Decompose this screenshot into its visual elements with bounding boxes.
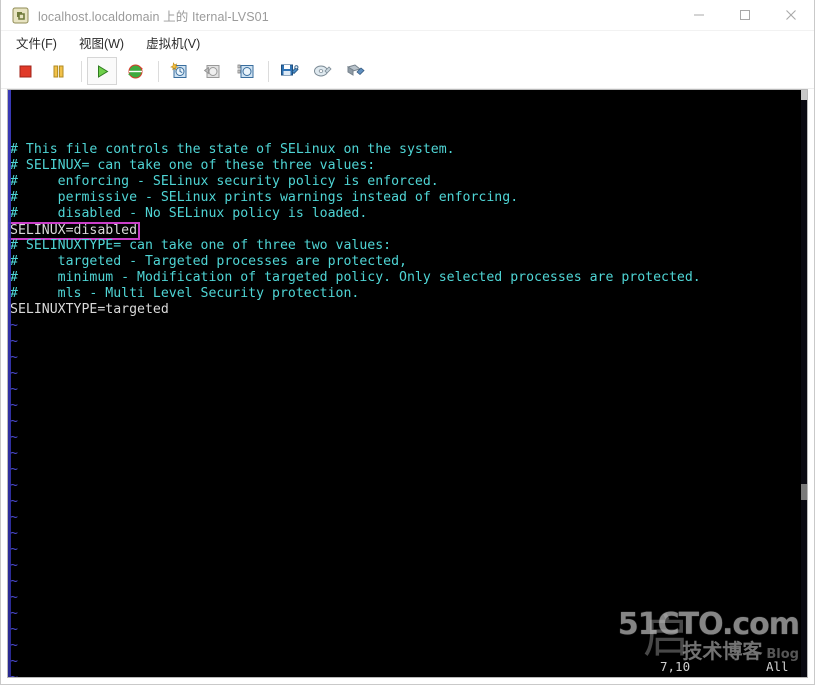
vim-empty-line: ~: [10, 638, 807, 654]
settings-icon[interactable]: [274, 57, 304, 85]
terminal-left-edge: [8, 90, 11, 677]
terminal-line: # enforcing - SELinux security policy is…: [10, 174, 807, 190]
tilde-marker: ~: [10, 318, 18, 333]
snapshot-new-icon[interactable]: [164, 57, 194, 85]
config-comment-line: # disabled - No SELinux policy is loaded…: [10, 206, 368, 221]
vm-console-window: localhost.localdomain 上的 Iternal-LVS01 文…: [0, 0, 815, 685]
tilde-marker: ~: [10, 462, 18, 477]
terminal-line: # targeted - Targeted processes are prot…: [10, 254, 807, 270]
terminal-scrollbar[interactable]: [801, 90, 807, 677]
terminal-line: # minimum - Modification of targeted pol…: [10, 270, 807, 286]
config-comment-line: # targeted - Targeted processes are prot…: [10, 254, 407, 269]
vim-empty-line: ~: [10, 334, 807, 350]
pause-icon[interactable]: [43, 57, 73, 85]
config-comment-line: # mls - Multi Level Security protection.: [10, 286, 360, 301]
vm-console-terminal[interactable]: # This file controls the state of SELinu…: [7, 89, 808, 678]
config-comment-line: # This file controls the state of SELinu…: [10, 142, 455, 157]
reboot-icon[interactable]: [120, 57, 150, 85]
config-comment-line: # enforcing - SELinux security policy is…: [10, 174, 439, 189]
vim-empty-line: ~: [10, 558, 807, 574]
config-comment-line: # SELINUXTYPE= can take one of three two…: [10, 238, 392, 253]
vim-empty-line: ~: [10, 446, 807, 462]
vim-empty-line: ~: [10, 542, 807, 558]
window-title: localhost.localdomain 上的 Iternal-LVS01: [38, 9, 269, 24]
vim-empty-line: ~: [10, 510, 807, 526]
vim-empty-line: ~: [10, 414, 807, 430]
toolbar-separator: [268, 60, 269, 82]
vim-empty-line: ~: [10, 350, 807, 366]
vim-empty-line: ~: [10, 526, 807, 542]
vim-empty-line: ~: [10, 398, 807, 414]
vm-console-icon: [12, 7, 29, 24]
config-comment-line: # minimum - Modification of targeted pol…: [10, 270, 701, 285]
tilde-marker: ~: [10, 414, 18, 429]
terminal-line: # permissive - SELinux prints warnings i…: [10, 190, 807, 206]
vim-empty-line: ~: [10, 462, 807, 478]
tilde-marker: ~: [10, 430, 18, 445]
terminal-text-area[interactable]: # This file controls the state of SELinu…: [8, 90, 807, 677]
tilde-marker: ~: [10, 606, 18, 621]
cursor-position: 7,10: [660, 659, 691, 674]
snapshot-manage-icon[interactable]: [230, 57, 260, 85]
vim-empty-line: ~: [10, 606, 807, 622]
vim-empty-line: ~: [10, 366, 807, 382]
vim-status-line: 7,10 All: [8, 659, 807, 675]
stop-icon[interactable]: [10, 57, 40, 85]
cdrom-icon[interactable]: [307, 57, 337, 85]
config-setting-line: SELINUXTYPE=targeted: [10, 302, 169, 317]
terminal-line: # disabled - No SELinux policy is loaded…: [10, 206, 807, 222]
play-icon[interactable]: [87, 57, 117, 85]
tilde-marker: ~: [10, 478, 18, 493]
toolbar-separator: [81, 60, 82, 82]
menubar: 文件(F) 视图(W) 虚拟机(V): [1, 31, 814, 54]
tilde-marker: ~: [10, 366, 18, 381]
minimize-button[interactable]: [676, 0, 722, 31]
terminal-line: # SELINUX= can take one of these three v…: [10, 158, 807, 174]
vim-empty-line: ~: [10, 382, 807, 398]
tilde-marker: ~: [10, 382, 18, 397]
close-button[interactable]: [768, 0, 814, 31]
vim-empty-line: ~: [10, 478, 807, 494]
menu-virtual-machine[interactable]: 虚拟机(V): [143, 32, 203, 53]
tilde-marker: ~: [10, 334, 18, 349]
tilde-marker: ~: [10, 526, 18, 541]
vim-empty-line: ~: [10, 318, 807, 334]
usb-device-icon[interactable]: [340, 57, 370, 85]
tilde-marker: ~: [10, 590, 18, 605]
window-controls: [676, 0, 814, 31]
vim-empty-line: ~: [10, 590, 807, 606]
vim-empty-line: ~: [10, 622, 807, 638]
menu-view[interactable]: 视图(W): [76, 32, 127, 53]
toolbar: [1, 54, 814, 89]
terminal-line: # SELINUXTYPE= can take one of three two…: [10, 238, 807, 254]
toolbar-separator: [158, 60, 159, 82]
tilde-marker: ~: [10, 510, 18, 525]
scrollbar-thumb[interactable]: [801, 484, 807, 500]
tilde-marker: ~: [10, 574, 18, 589]
maximize-button[interactable]: [722, 0, 768, 31]
tilde-marker: ~: [10, 494, 18, 509]
tilde-marker: ~: [10, 622, 18, 637]
tilde-marker: ~: [10, 350, 18, 365]
terminal-line: SELINUX=disabled: [8, 222, 807, 240]
scrollbar-thumb-top[interactable]: [801, 90, 807, 100]
tilde-marker: ~: [10, 398, 18, 413]
vim-empty-line: ~: [10, 494, 807, 510]
terminal-line: SELINUXTYPE=targeted: [10, 302, 807, 318]
titlebar: localhost.localdomain 上的 Iternal-LVS01: [1, 0, 814, 31]
tilde-marker: ~: [10, 542, 18, 557]
tilde-marker: ~: [10, 558, 18, 573]
terminal-line: # This file controls the state of SELinu…: [10, 142, 807, 158]
config-comment-line: # SELINUX= can take one of these three v…: [10, 158, 376, 173]
menu-file[interactable]: 文件(F): [13, 32, 60, 53]
vim-empty-line: ~: [10, 574, 807, 590]
config-comment-line: # permissive - SELinux prints warnings i…: [10, 190, 519, 205]
terminal-line: # mls - Multi Level Security protection.: [10, 286, 807, 302]
tilde-marker: ~: [10, 446, 18, 461]
vim-empty-line: ~: [10, 430, 807, 446]
scroll-scope: All: [766, 659, 789, 674]
snapshot-revert-icon[interactable]: [197, 57, 227, 85]
tilde-marker: ~: [10, 638, 18, 653]
